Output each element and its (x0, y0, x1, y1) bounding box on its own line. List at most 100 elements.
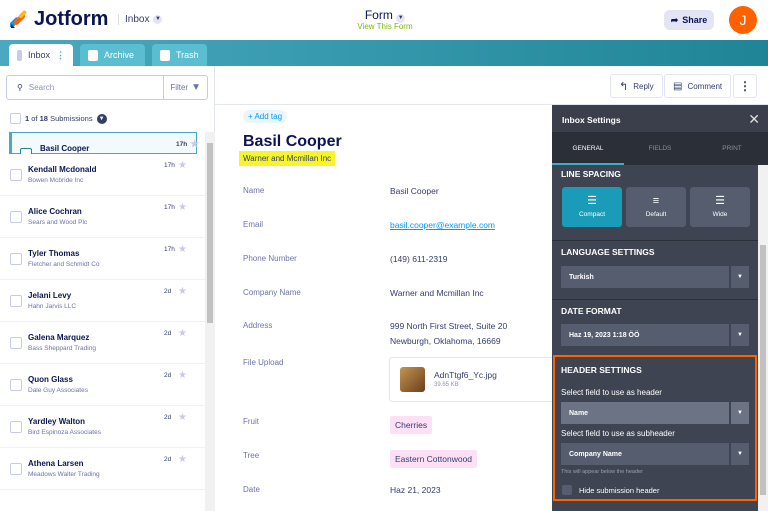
more-vertical-icon[interactable]: ⋮ (56, 50, 65, 61)
subheader-field-select[interactable]: Company Name ▼ (561, 443, 749, 465)
divider (552, 240, 758, 241)
count-current: 1 (25, 114, 30, 123)
hide-header-label: Hide submission header (579, 486, 660, 495)
field-label-address: Address (243, 321, 273, 330)
comment-button[interactable]: ▤ Comment (664, 74, 732, 98)
submitter-name: Jelani Levy (28, 291, 72, 300)
subheader-hint: This will appear below the header (561, 469, 643, 475)
list-item[interactable]: Alice Cochran Sears and Wood Plc 17h ★ (0, 196, 205, 238)
submitter-name: Quon Glass (28, 375, 73, 384)
submitter-name: Basil Cooper (40, 144, 90, 153)
list-item[interactable]: Tyler Thomas Fletcher and Schmidt Co 17h… (0, 238, 205, 280)
header-field-label: Select field to use as header (561, 388, 662, 397)
dropdown-arrow-icon: ▼ (729, 266, 749, 288)
spacing-compact-button[interactable]: ☰ Compact (562, 187, 622, 227)
row-checkbox[interactable] (10, 421, 22, 433)
tab-general[interactable]: GENERAL (552, 133, 624, 165)
star-icon[interactable]: ★ (178, 412, 187, 423)
row-checkbox[interactable] (10, 463, 22, 475)
chevron-down-icon[interactable]: ▼ (96, 113, 107, 124)
close-icon[interactable]: ✕ (748, 111, 760, 128)
share-button[interactable]: ➦ Share (664, 10, 714, 30)
settings-title: Inbox Settings (552, 105, 768, 133)
tab-print[interactable]: PRINT (696, 133, 768, 165)
list-item[interactable]: Athena Larsen Meadows Walter Trading 2d … (0, 448, 205, 490)
select-all-checkbox[interactable] (10, 113, 21, 124)
reply-button[interactable]: ↰ Reply (610, 74, 663, 98)
submitter-name: Athena Larsen (28, 459, 84, 468)
tab-fields[interactable]: FIELDS (624, 133, 696, 165)
view-form-link[interactable]: View This Form (340, 22, 430, 31)
header-field-select[interactable]: Name ▼ (561, 402, 749, 424)
form-title-dropdown[interactable]: Form ▼ (340, 8, 430, 23)
language-title: LANGUAGE SETTINGS (561, 247, 655, 257)
inbox-label: Inbox (125, 14, 150, 25)
list-scrollbar-thumb[interactable] (207, 143, 213, 323)
row-checkbox[interactable] (10, 211, 22, 223)
row-checkbox[interactable] (10, 169, 22, 181)
add-tag-button[interactable]: + Add tag (243, 110, 288, 123)
field-label-tree: Tree (243, 451, 260, 460)
list-item[interactable]: Yardley Walton Bird Espinoza Associates … (0, 406, 205, 448)
tab-archive[interactable]: Archive (80, 44, 145, 66)
row-checkbox[interactable] (10, 379, 22, 391)
submission-time: 17h (176, 141, 188, 148)
more-options-button[interactable]: ⋮ (733, 74, 757, 98)
row-checkbox[interactable] (10, 337, 22, 349)
tab-trash[interactable]: Trash (152, 44, 207, 66)
count-total: 18 (39, 114, 48, 123)
star-icon[interactable]: ★ (178, 328, 187, 339)
file-thumbnail-image (400, 367, 425, 392)
file-name: AdnTtgf6_Yc.jpg (434, 370, 497, 380)
star-icon[interactable]: ★ (178, 244, 187, 255)
field-label-date: Date (243, 485, 260, 494)
submission-time: 2d (164, 330, 172, 337)
star-icon[interactable]: ★ (178, 160, 187, 171)
email-link[interactable]: basil.cooper@example.com (390, 220, 495, 230)
submitter-company: Meadows Walter Trading (28, 471, 100, 478)
row-checkbox[interactable] (10, 253, 22, 265)
submitter-company: Sears and Wood Plc (28, 219, 88, 226)
language-select[interactable]: Turkish ▼ (561, 266, 749, 288)
list-item[interactable]: Jelani Levy Hahn Jarvis LLC 2d ★ (0, 280, 205, 322)
field-value-date: Haz 21, 2023 (390, 485, 441, 495)
jotform-logo[interactable]: Jotform (10, 8, 108, 31)
date-format-select[interactable]: Haz 19, 2023 1:18 ÖÖ ▼ (561, 324, 749, 346)
spacing-wide-button[interactable]: ☰ Wide (690, 187, 750, 227)
list-item[interactable]: Kendall Mcdonald Bowen Mcbride Inc 17h ★ (0, 154, 205, 196)
list-item[interactable]: Quon Glass Dale Guy Associates 2d ★ (0, 364, 205, 406)
top-bar: Jotform Inbox ▼ Form ▼ View This Form ➦ Sh… (0, 0, 768, 40)
field-label-name: Name (243, 186, 265, 195)
star-icon[interactable]: ★ (190, 139, 199, 150)
settings-scrollbar-thumb[interactable] (760, 245, 766, 495)
row-checkbox[interactable] (10, 295, 22, 307)
submission-time: 17h (164, 204, 175, 211)
submitter-name: Tyler Thomas (28, 249, 80, 258)
tab-inbox[interactable]: Inbox ⋮ (9, 44, 73, 66)
field-label-email: Email (243, 220, 264, 229)
search-input[interactable]: Search (29, 83, 163, 92)
hide-header-checkbox[interactable] (562, 485, 572, 495)
submitter-company: Bowen Mcbride Inc (28, 177, 84, 184)
submitter-company: Bass Sheppard Trading (28, 345, 96, 352)
star-icon[interactable]: ★ (178, 286, 187, 297)
inbox-dropdown[interactable]: Inbox ▼ (118, 14, 163, 25)
star-icon[interactable]: ★ (178, 202, 187, 213)
filter-button[interactable]: Filter ▼ (163, 76, 207, 99)
avatar[interactable]: J (729, 6, 757, 34)
list-item[interactable]: Basil Cooper Warner and Mcmillan Inc 17h… (9, 132, 199, 163)
field-label-company: Company Name (243, 288, 301, 297)
spacing-default-button[interactable]: ≡ Default (626, 187, 686, 227)
compact-spacing-icon: ☰ (587, 195, 597, 207)
submission-count: 1 of 18 Submissions ▼ (10, 113, 107, 124)
list-item[interactable]: Galena Marquez Bass Sheppard Trading 2d … (0, 322, 205, 364)
chevron-down-icon: ▼ (153, 15, 163, 24)
star-icon[interactable]: ★ (178, 370, 187, 381)
select-value: Company Name (569, 450, 622, 458)
submitter-company: Dale Guy Associates (28, 387, 88, 394)
filter-label: Filter (170, 83, 189, 92)
star-icon[interactable]: ★ (178, 454, 187, 465)
file-attachment[interactable]: AdnTtgf6_Yc.jpg 39.65 KB (389, 357, 559, 402)
submission-subheader: Warner and Mcmillan Inc (239, 151, 336, 166)
file-size: 39.65 KB (434, 382, 459, 388)
